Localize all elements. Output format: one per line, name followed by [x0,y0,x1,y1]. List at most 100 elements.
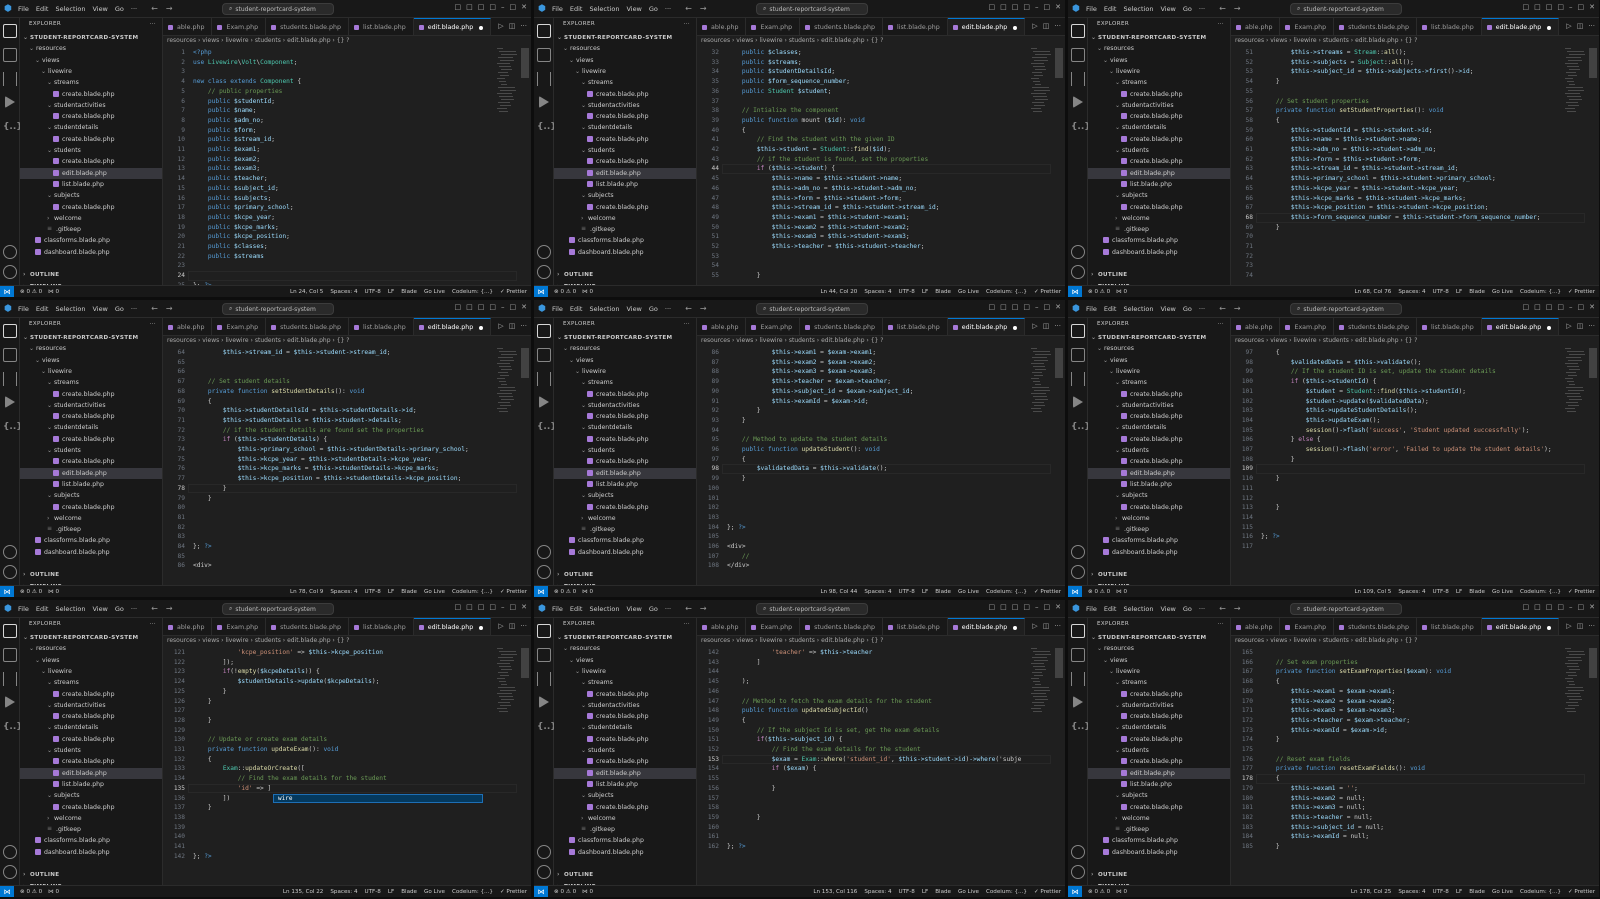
toggle-panel-icon[interactable]: □ [1534,3,1541,11]
manage-gear-icon[interactable] [1071,265,1085,279]
more-actions-icon[interactable]: ··· [1218,621,1224,627]
forward-arrow-icon[interactable]: → [166,4,173,13]
back-arrow-icon[interactable]: ← [1219,604,1226,613]
command-center-search[interactable]: ⌕ student-reportcard-system [222,603,334,615]
menu-item[interactable]: Go [649,605,658,613]
problems-indicator[interactable]: ⊗ 0 ⚠ 0 [1088,289,1110,295]
remote-indicator-icon[interactable]: ⋈ [0,585,14,597]
menu-item[interactable]: Edit [1104,305,1117,313]
editor-tab[interactable]: students.blade.php [1334,618,1417,635]
source-control-icon[interactable] [1071,372,1085,386]
folder-item[interactable]: ⌄ livewire [20,366,162,377]
status-encoding[interactable]: UTF-8 [1433,289,1449,295]
command-center-search[interactable]: ⌕ student-reportcard-system [1290,603,1402,615]
status-prettier[interactable]: ✓ Prettier [1034,289,1061,295]
menu-item[interactable]: Go [649,5,658,13]
file-item[interactable]: classforms.blade.php [554,235,696,246]
cursor-position[interactable]: Ln 178, Col 25 [1351,889,1391,895]
toggle-secondary-icon[interactable]: □ [1546,3,1553,11]
file-item[interactable]: dashboard.blade.php [1088,247,1230,258]
menu-item[interactable]: Selection [1123,605,1153,613]
status-language[interactable]: Blade [401,589,417,595]
section-header[interactable]: › OUTLINE [20,869,162,880]
close-icon[interactable]: ✕ [1055,603,1061,611]
file-item[interactable]: create.blade.php [554,156,696,167]
editor-tab[interactable]: Exam.php [212,18,267,35]
folder-item[interactable]: ⌄ students [1088,145,1230,156]
folder-item[interactable]: › welcome [1088,813,1230,824]
folder-item[interactable]: ⌄ views [20,55,162,66]
folder-item[interactable]: ⌄ subjects [1088,190,1230,201]
file-item[interactable]: create.blade.php [20,89,162,100]
folder-item[interactable]: ⌄ streams [20,77,162,88]
editor-tab[interactable]: Exam.php [1280,18,1335,35]
explorer-icon[interactable] [3,24,17,38]
source-control-icon[interactable] [3,72,17,86]
menu-item[interactable]: Selection [1123,5,1153,13]
search-icon[interactable] [1071,48,1085,62]
menu-item[interactable]: File [1086,605,1097,613]
editor-tab[interactable]: students.blade.php [800,18,883,35]
editor-tab[interactable]: able.php [163,18,213,35]
folder-item[interactable]: ⌄ students [20,445,162,456]
folder-item[interactable]: ⌄ streams [1088,377,1230,388]
accounts-icon[interactable] [1071,245,1085,259]
layout-icon[interactable]: □ [1557,3,1564,11]
menu-item[interactable]: Selection [55,605,85,613]
ports-indicator[interactable]: ⋈ 0 [48,589,59,595]
menu-item[interactable]: ··· [665,605,671,613]
status-codeium[interactable]: Codeium: {...} [452,889,493,895]
editor-tab[interactable]: list.blade.php [1417,618,1482,635]
command-center-search[interactable]: ⌕ student-reportcard-system [756,303,868,315]
folder-item[interactable]: ⌄ studentactivities [1088,100,1230,111]
folder-item[interactable]: ⌄ resources [20,643,162,654]
menu-item[interactable]: View [626,605,641,613]
close-icon[interactable]: ✕ [1589,303,1595,311]
problems-indicator[interactable]: ⊗ 0 ⚠ 0 [554,589,576,595]
source-control-icon[interactable] [537,372,551,386]
layout-icon[interactable]: □ [1557,303,1564,311]
forward-arrow-icon[interactable]: → [700,304,707,313]
breadcrumb[interactable]: resources › views › livewire › students … [167,337,349,347]
folder-item[interactable]: ⌄ STUDENT-REPORTCARD-SYSTEM [20,32,162,43]
breadcrumb[interactable]: resources › views › livewire › students … [701,337,883,347]
status-prettier[interactable]: ✓ Prettier [500,289,527,295]
status-golive[interactable]: Go Live [958,589,979,595]
status-encoding[interactable]: UTF-8 [365,889,381,895]
accounts-icon[interactable] [3,845,17,859]
folder-item[interactable]: › welcome [554,813,696,824]
file-item[interactable]: dashboard.blade.php [20,247,162,258]
folder-item[interactable]: ⌄ views [1088,55,1230,66]
file-item[interactable]: classforms.blade.php [554,535,696,546]
forward-arrow-icon[interactable]: → [700,604,707,613]
more-actions-icon[interactable]: ··· [520,22,527,30]
editor-tab[interactable]: able.php [697,618,747,635]
manage-gear-icon[interactable] [537,865,551,879]
file-item[interactable]: create.blade.php [1088,502,1230,513]
editor-tab[interactable]: edit.blade.php [1481,18,1560,35]
status-spaces[interactable]: Spaces: 4 [330,889,357,895]
folder-item[interactable]: › welcome [20,813,162,824]
vertical-scrollbar[interactable] [521,348,529,378]
toggle-panel-icon[interactable]: □ [466,3,473,11]
toggle-panel-icon[interactable]: □ [466,303,473,311]
more-actions-icon[interactable]: ··· [684,621,690,627]
section-header[interactable]: › OUTLINE [1088,269,1230,280]
folder-item[interactable]: ⌄ subjects [20,790,162,801]
status-encoding[interactable]: UTF-8 [1433,889,1449,895]
split-editor-icon[interactable]: ◫ [509,622,516,630]
more-actions-icon[interactable]: ··· [150,21,156,27]
status-prettier[interactable]: ✓ Prettier [1034,889,1061,895]
folder-item[interactable]: ⌄ subjects [554,790,696,801]
menu-item[interactable]: ··· [131,5,137,13]
file-item[interactable]: create.blade.php [1088,456,1230,467]
folder-item[interactable]: ⌄ studentdetails [20,722,162,733]
manage-gear-icon[interactable] [3,265,17,279]
vertical-scrollbar[interactable] [1055,48,1063,78]
forward-arrow-icon[interactable]: → [166,304,173,313]
menu-item[interactable]: File [552,5,563,13]
layout-icon[interactable]: □ [1023,3,1030,11]
toggle-secondary-icon[interactable]: □ [478,603,485,611]
editor-tab[interactable]: list.blade.php [349,318,414,335]
code-area[interactable]: 142 'teacher' => $this->teacher 143 ] 144 1… [697,648,1051,885]
